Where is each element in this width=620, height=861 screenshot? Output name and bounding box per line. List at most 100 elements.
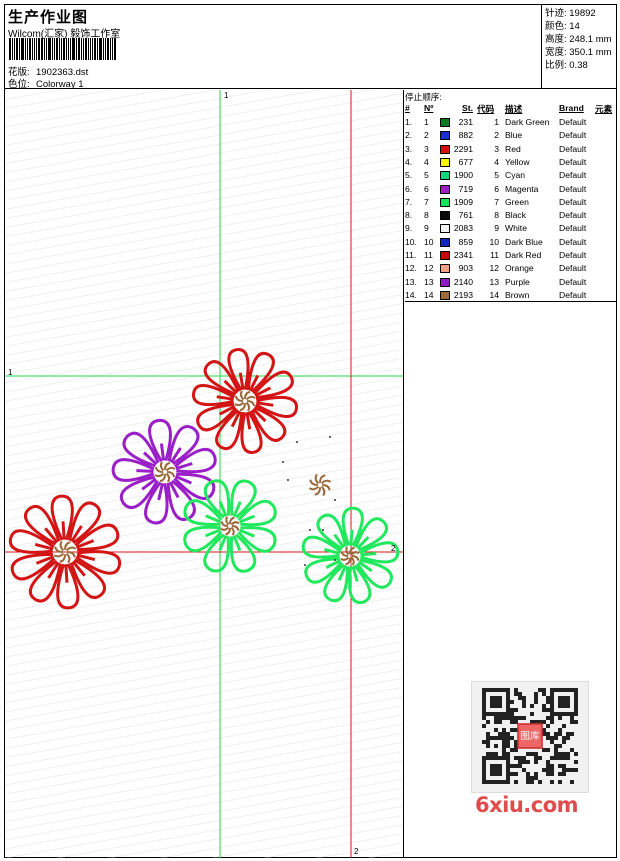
color-swatch [440, 144, 450, 154]
row-stitches: 882 [458, 130, 473, 141]
color-swatch [440, 211, 450, 221]
row-brand: Default [559, 117, 587, 127]
row-description: Green [505, 196, 529, 207]
design-scale: 比例: 0.38 [545, 60, 588, 71]
flower-center [234, 390, 256, 412]
stitch-dot [282, 461, 284, 463]
row-brand: Default [559, 223, 587, 234]
colorway-value: Colorway 1 [36, 79, 84, 90]
header: 生产作业图 Wilcom(汇家) 毅饰工作室 花版: 1902363.dst 色位… [5, 5, 616, 90]
row-number: 13 [424, 276, 434, 287]
row-brand: Default [559, 250, 587, 260]
row-code: 13 [489, 276, 499, 287]
flower-center [154, 461, 176, 483]
color-swatch [440, 171, 450, 181]
header-stitches: St. [462, 103, 473, 113]
design-stats: 针迹: 19892 颜色: 14 高度: 248.1 mm 宽度: 350.1 … [543, 5, 616, 89]
row-stitches: 2341 [453, 250, 473, 260]
table-row: 10. 10 859 10 Dark Blue Default [405, 237, 616, 250]
row-description: White [505, 223, 527, 234]
color-count: 颜色: 14 [545, 21, 580, 32]
table-row: 1. 1 231 1 Dark Green Default [405, 117, 616, 130]
row-description: Black [505, 210, 527, 221]
stitch-count: 针迹: 19892 [545, 8, 596, 19]
row-code: 5 [494, 170, 499, 181]
row-stitches: 2291 [453, 143, 473, 154]
row-number: 12 [424, 263, 434, 274]
watermark-logo: 6xiu.com [475, 793, 579, 817]
green-flower-middle [183, 479, 277, 573]
stitch-dot [334, 499, 336, 501]
guide-label-red-right: 2 [391, 544, 396, 553]
color-swatch [440, 237, 450, 247]
stitch-dot [329, 436, 331, 438]
row-description: Blue [505, 130, 523, 141]
row-number: 8 [424, 210, 429, 221]
row-stitches: 2083 [453, 223, 473, 234]
guide-label-red-bottom: 2 [354, 847, 359, 856]
stitch-dot [309, 529, 311, 531]
row-index: 8. [405, 210, 413, 221]
row-index: 6. [405, 183, 413, 194]
row-code: 11 [490, 250, 499, 260]
design-preview: 1 1 2 2 [5, 90, 404, 858]
row-brand: Default [559, 236, 587, 247]
production-worksheet: 生产作业图 Wilcom(汇家) 毅饰工作室 花版: 1902363.dst 色位… [4, 4, 617, 858]
row-index: 1. [405, 117, 413, 127]
color-swatch [440, 251, 450, 260]
stitch-dot [334, 559, 336, 561]
table-row: 2. 2 882 2 Blue Default [405, 130, 616, 143]
row-number: 3 [424, 143, 429, 154]
table-row: 11. 11 2341 11 Dark Red Default [405, 250, 616, 263]
row-number: 1 [424, 117, 429, 127]
row-brand: Default [559, 210, 587, 221]
row-description: Orange [505, 263, 534, 274]
row-index: 11. [405, 250, 417, 260]
row-number: 7 [424, 196, 429, 207]
purple-flower [111, 418, 217, 525]
row-brand: Default [559, 170, 587, 181]
table-row: 14. 14 2193 14 Brown Default [405, 290, 616, 303]
table-row: 9. 9 2083 9 White Default [405, 223, 616, 236]
petal-outline [183, 479, 277, 573]
row-stitches: 859 [458, 236, 473, 247]
flower-center [220, 516, 240, 536]
row-index: 2. [405, 130, 413, 141]
colorway-label: 色位: [8, 79, 30, 90]
row-stitches: 1900 [453, 170, 473, 181]
row-stitches: 1909 [453, 196, 473, 207]
design-width: 宽度: 350.1 mm [545, 47, 612, 58]
color-swatch [440, 118, 450, 127]
row-index: 9. [405, 223, 413, 234]
row-number: 4 [424, 156, 429, 167]
header-idx: # [405, 103, 410, 113]
row-index: 14. [405, 289, 417, 300]
row-description: Red [505, 143, 521, 154]
table-row: 5. 5 1900 5 Cyan Default [405, 170, 616, 183]
row-description: Yellow [505, 156, 530, 167]
row-brand: Default [559, 183, 587, 194]
embroidery-canvas [5, 90, 403, 858]
row-code: 1 [494, 117, 499, 127]
row-description: Dark Blue [505, 236, 543, 247]
row-stitches: 677 [458, 156, 473, 167]
stitch-dot [304, 564, 306, 566]
row-code: 10 [489, 236, 499, 247]
row-code: 12 [489, 263, 499, 274]
row-brand: Default [559, 143, 587, 154]
petal-outline [111, 418, 217, 525]
row-stitches: 231 [458, 117, 473, 127]
row-brand: Default [559, 156, 587, 167]
guide-label-green-left: 1 [8, 368, 13, 377]
barcode [9, 38, 143, 60]
row-number: 2 [424, 130, 429, 141]
color-swatch [440, 184, 450, 194]
stop-sequence-table: 停止顺序: # Nº St. 代码 描述 Brand 元素 1. 1 231 1 Dar… [405, 90, 616, 302]
row-stitches: 2193 [453, 289, 473, 300]
row-number: 5 [424, 170, 429, 181]
row-number: 9 [424, 223, 429, 234]
header-brand: Brand [559, 103, 584, 113]
stop-sequence-title: 停止顺序: [405, 92, 442, 102]
row-description: Purple [505, 276, 530, 287]
flower-center [340, 546, 360, 566]
